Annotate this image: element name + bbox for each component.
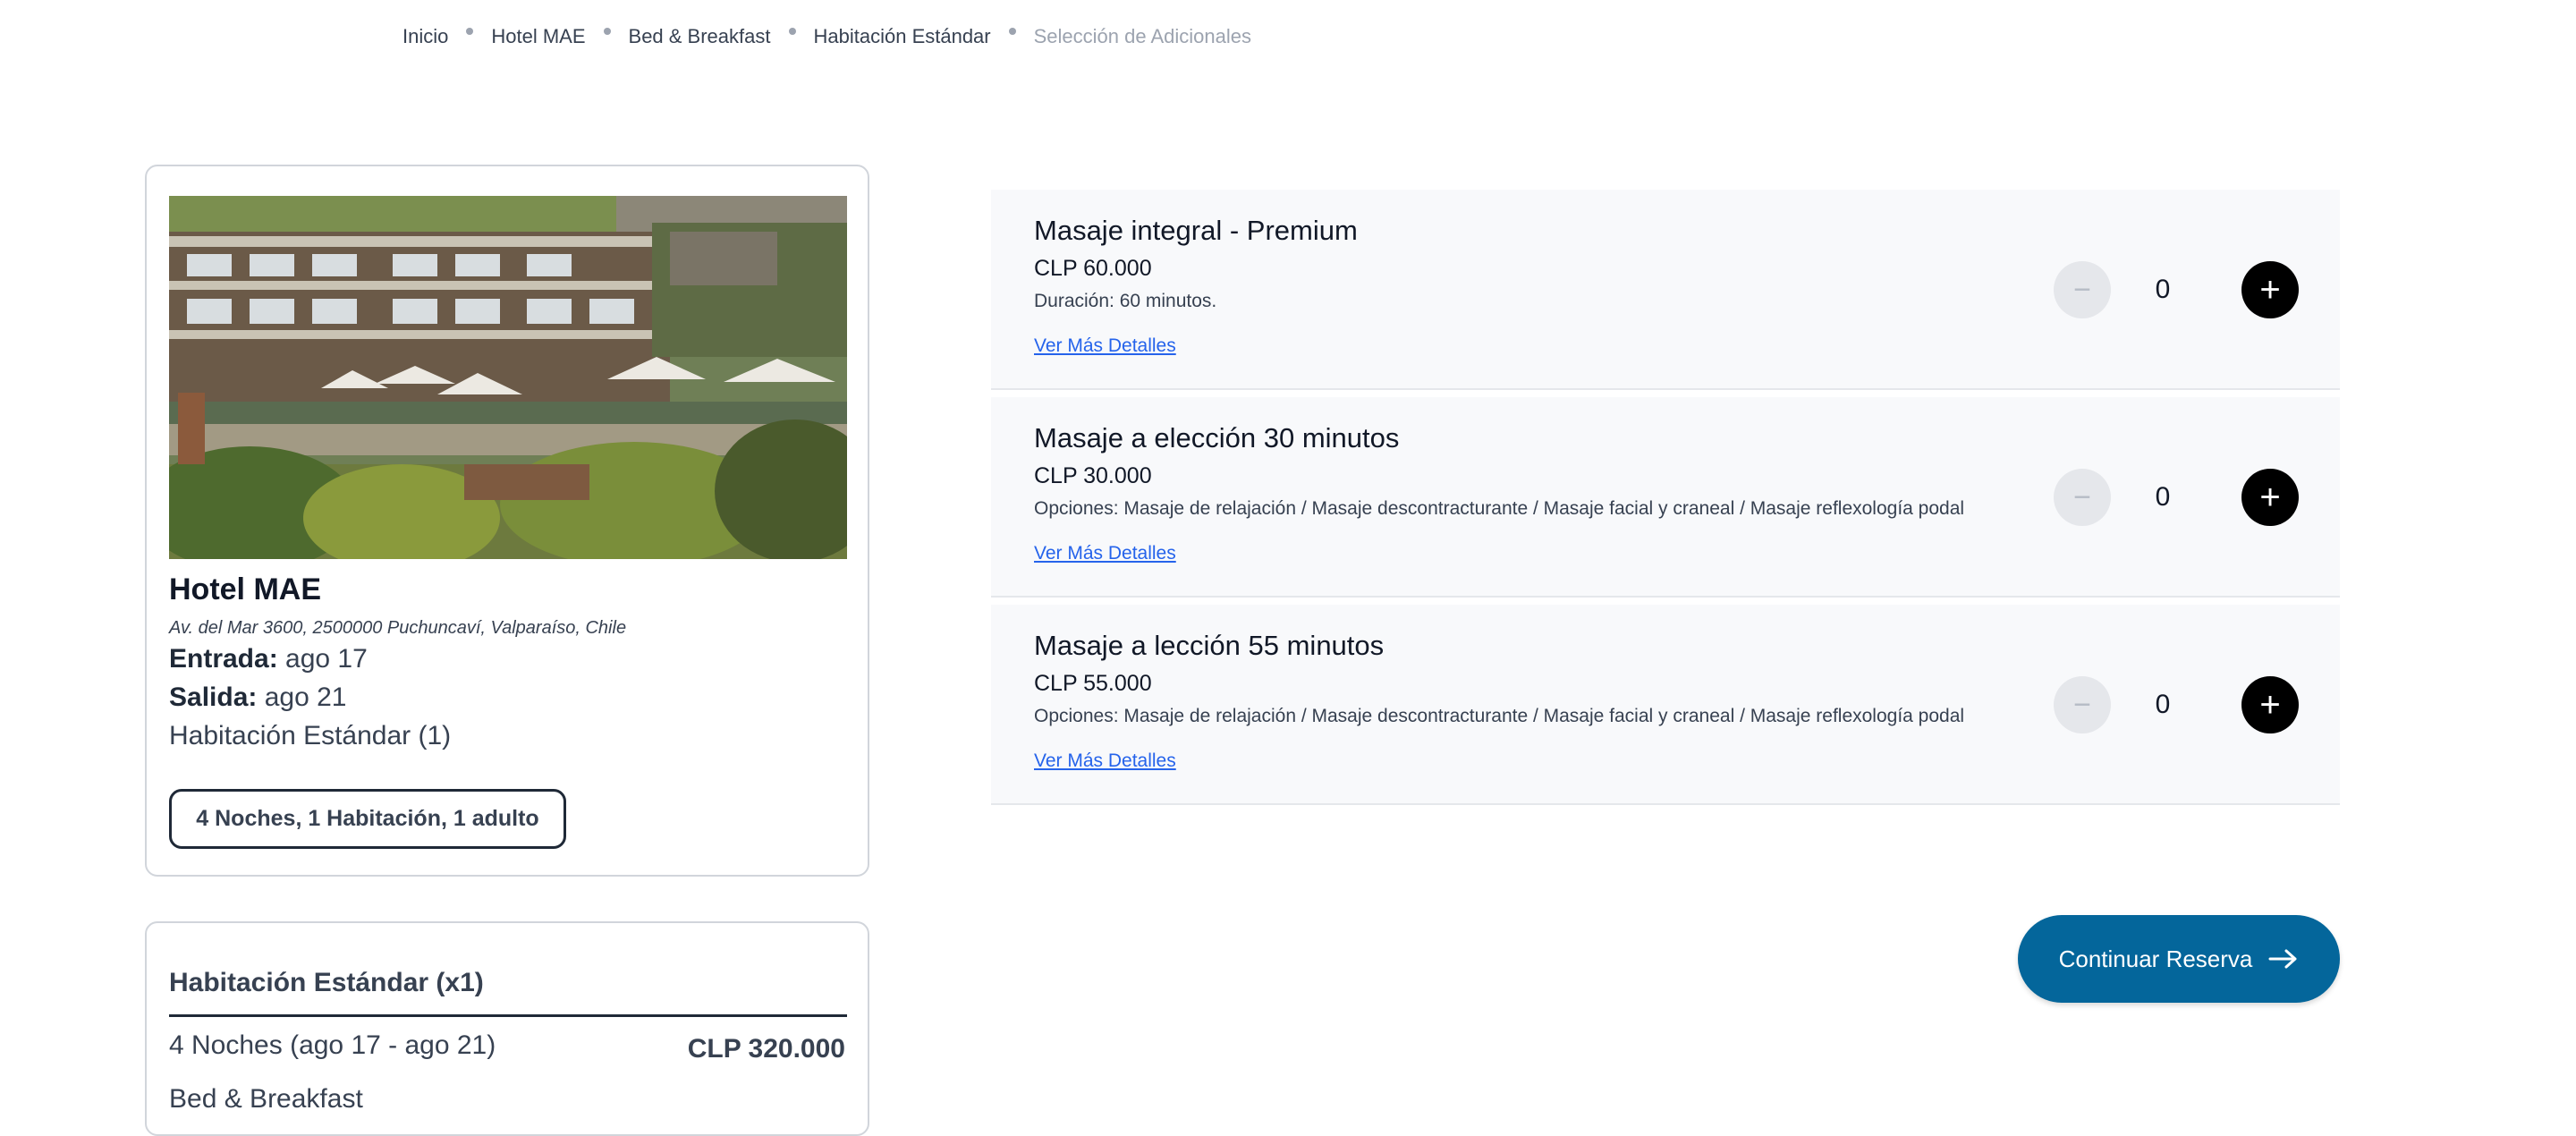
price-summary-title: Habitación Estándar (x1) [169, 968, 484, 997]
addon-name: Masaje a elección 30 minutos [1034, 422, 1400, 454]
checkin-label: Entrada: [169, 644, 278, 674]
divider [169, 1014, 847, 1017]
increase-quantity-button[interactable]: + [2241, 676, 2299, 733]
breadcrumb-item-plan[interactable]: Bed & Breakfast [629, 25, 771, 48]
breadcrumb: Inicio Hotel MAE Bed & Breakfast Habitac… [402, 21, 1251, 52]
increase-quantity-button[interactable]: + [2241, 261, 2299, 318]
decrease-quantity-button[interactable]: − [2054, 261, 2111, 318]
addon-details-link[interactable]: Ver Más Detalles [1034, 750, 1176, 772]
price-summary-plan: Bed & Breakfast [169, 1084, 363, 1114]
minus-icon: − [2073, 688, 2091, 722]
breadcrumb-item-room[interactable]: Habitación Estándar [814, 25, 991, 48]
checkout-label: Salida: [169, 682, 258, 712]
price-summary-amount: CLP 320.000 [687, 1034, 845, 1064]
plus-icon: + [2259, 478, 2281, 517]
breadcrumb-item-inicio[interactable]: Inicio [402, 25, 448, 48]
continue-label: Continuar Reserva [2058, 945, 2253, 972]
checkin-line: Entrada: ago 17 [169, 644, 368, 674]
stay-summary-button[interactable]: 4 Noches, 1 Habitación, 1 adulto [169, 789, 566, 849]
breadcrumb-separator [466, 28, 474, 35]
breadcrumb-separator [603, 28, 611, 35]
hotel-card: Hotel MAE Av. del Mar 3600, 2500000 Puch… [145, 165, 869, 877]
addon-name: Masaje a lección 55 minutos [1034, 630, 1385, 661]
minus-icon: − [2073, 273, 2091, 307]
breadcrumb-item-current: Selección de Adicionales [1033, 25, 1252, 47]
breadcrumb-separator [1008, 28, 1016, 35]
addon-description: Opciones: Masaje de relajación / Masaje … [1034, 706, 1965, 726]
price-summary-card: Habitación Estándar (x1) 4 Noches (ago 1… [145, 921, 869, 1136]
minus-icon: − [2073, 480, 2091, 514]
addon-price: CLP 60.000 [1034, 256, 1152, 281]
plus-icon: + [2259, 685, 2281, 725]
addon-name: Masaje integral - Premium [1034, 215, 1358, 246]
breadcrumb-separator [788, 28, 796, 35]
hotel-photo [169, 196, 847, 559]
addon-description: Opciones: Masaje de relajación / Masaje … [1034, 498, 1965, 519]
quantity-value: 0 [2155, 275, 2171, 304]
decrease-quantity-button[interactable]: − [2054, 676, 2111, 733]
addon-details-link[interactable]: Ver Más Detalles [1034, 543, 1176, 564]
checkin-value: ago 17 [285, 644, 368, 674]
price-summary-nights: 4 Noches (ago 17 - ago 21) [169, 1030, 496, 1060]
addon-details-link[interactable]: Ver Más Detalles [1034, 335, 1176, 357]
quantity-value: 0 [2155, 482, 2171, 512]
breadcrumb-item-hotel[interactable]: Hotel MAE [491, 25, 585, 48]
addon-item: Masaje a elección 30 minutos CLP 30.000 … [991, 397, 2340, 598]
addon-item: Masaje integral - Premium CLP 60.000 Dur… [991, 190, 2340, 390]
addon-price: CLP 30.000 [1034, 463, 1152, 488]
checkout-line: Salida: ago 21 [169, 682, 346, 713]
addon-description: Duración: 60 minutos. [1034, 291, 1217, 311]
hotel-name: Hotel MAE [169, 572, 321, 606]
checkout-value: ago 21 [264, 682, 347, 712]
plus-icon: + [2259, 270, 2281, 309]
hotel-address: Av. del Mar 3600, 2500000 Puchuncaví, Va… [169, 618, 627, 638]
quantity-value: 0 [2155, 690, 2171, 719]
addon-price: CLP 55.000 [1034, 671, 1152, 696]
increase-quantity-button[interactable]: + [2241, 469, 2299, 526]
arrow-right-icon [2268, 948, 2299, 970]
continue-reservation-button[interactable]: Continuar Reserva [2018, 915, 2340, 1003]
decrease-quantity-button[interactable]: − [2054, 469, 2111, 526]
addon-item: Masaje a lección 55 minutos CLP 55.000 O… [991, 605, 2340, 805]
room-summary: Habitación Estándar (1) [169, 721, 452, 750]
